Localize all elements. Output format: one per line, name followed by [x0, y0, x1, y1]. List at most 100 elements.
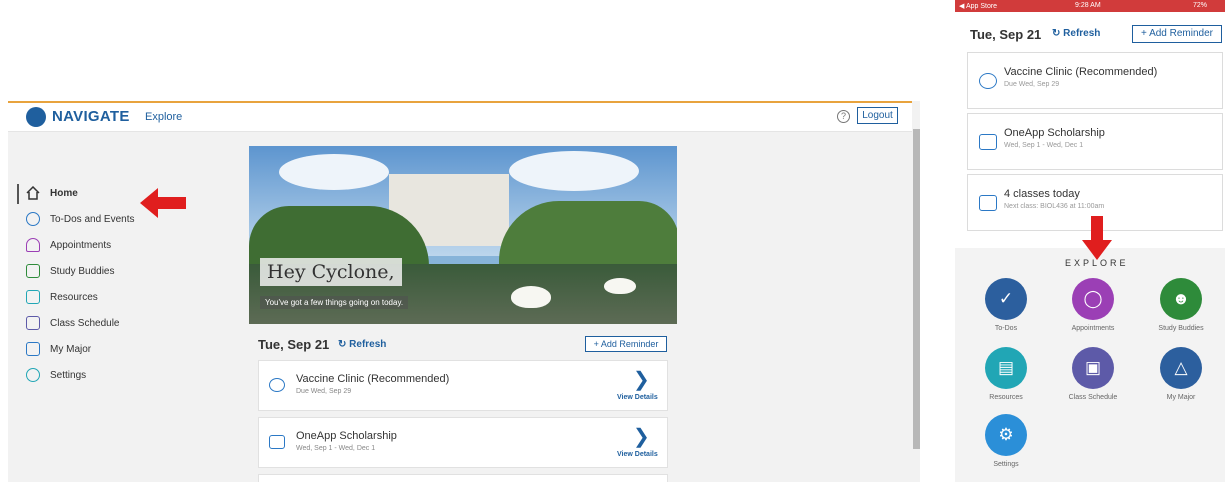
- study-buddies-icon[interactable]: ☻: [1160, 278, 1202, 320]
- hero-subtitle: You've got a few things going on today.: [260, 296, 409, 309]
- sidebar-item-class-schedule[interactable]: Class Schedule: [26, 313, 119, 333]
- add-reminder-button[interactable]: + Add Reminder: [585, 336, 667, 352]
- add-reminder-label: Add Reminder: [600, 339, 659, 349]
- calendar-icon: [979, 134, 997, 150]
- cloud: [279, 154, 389, 190]
- todo-apple-icon: [26, 212, 40, 226]
- book-icon: [26, 290, 40, 304]
- card-subtitle: Wed, Sep 1 - Wed, Dec 1: [296, 445, 376, 452]
- todos-icon[interactable]: ✓: [985, 278, 1027, 320]
- group-icon: [26, 264, 40, 278]
- help-icon[interactable]: ?: [837, 110, 850, 123]
- calendar-icon: [269, 435, 285, 449]
- explore-label-my-major: My Major: [1166, 394, 1196, 401]
- sidebar-item-study-buddies[interactable]: Study Buddies: [26, 261, 115, 281]
- explore-link[interactable]: Explore: [145, 111, 182, 123]
- phone-screen: ◀ App Store 9:28 AM 72% Tue, Sep 21 ↻ Re…: [955, 0, 1225, 482]
- chevron-right-icon[interactable]: ❯: [633, 367, 650, 392]
- resources-icon[interactable]: ▤: [985, 347, 1027, 389]
- logout-button[interactable]: Logout: [857, 107, 898, 124]
- class-schedule-icon[interactable]: ▣: [1072, 347, 1114, 389]
- refresh-icon: ↻: [338, 339, 350, 350]
- schedule-icon: [26, 316, 40, 330]
- sidebar-item-todos[interactable]: To-Dos and Events: [26, 209, 135, 229]
- sidebar-item-label: Class Schedule: [50, 317, 120, 329]
- todo-card[interactable]: Vaccine Clinic (Recommended) Due Wed, Se…: [258, 360, 668, 411]
- todo-card[interactable]: OneApp Scholarship Wed, Sep 1 - Wed, Dec…: [967, 113, 1223, 170]
- card-subtitle: Wed, Sep 1 - Wed, Dec 1: [1004, 142, 1084, 149]
- sidebar-item-resources[interactable]: Resources: [26, 287, 98, 307]
- explore-label-resources: Resources: [989, 394, 1023, 401]
- hero-title: Hey Cyclone,: [260, 258, 402, 286]
- refresh-link[interactable]: ↻ Refresh: [338, 339, 386, 350]
- refresh-link[interactable]: ↻ Refresh: [1052, 28, 1100, 39]
- refresh-icon: ↻: [1052, 28, 1064, 39]
- appointments-icon[interactable]: ◯: [1072, 278, 1114, 320]
- refresh-label: Refresh: [349, 339, 387, 350]
- card-title: Vaccine Clinic (Recommended): [296, 373, 450, 385]
- sidebar-item-label: Study Buddies: [50, 265, 115, 277]
- explore-label-study-buddies: Study Buddies: [1158, 325, 1204, 332]
- top-bar: NAVIGATE Explore ? Logout: [8, 101, 912, 132]
- sidebar-item-label: My Major: [50, 343, 92, 355]
- status-carrier[interactable]: ◀ App Store: [959, 2, 997, 10]
- red-arrow-down-icon: [1082, 216, 1112, 260]
- brand-title[interactable]: NAVIGATE: [52, 108, 130, 125]
- home-icon: [26, 186, 40, 200]
- view-details-link[interactable]: View Details: [617, 394, 658, 401]
- add-reminder-button[interactable]: + Add Reminder: [1132, 25, 1222, 43]
- view-details-link[interactable]: View Details: [617, 451, 658, 458]
- card-subtitle: Due Wed, Sep 29: [1004, 81, 1060, 88]
- card-title: OneApp Scholarship: [1004, 127, 1105, 139]
- add-reminder-label: Add Reminder: [1149, 28, 1213, 39]
- sidebar: Home To-Dos and Events Appointments Stud…: [8, 141, 208, 382]
- gear-icon[interactable]: ⚙: [985, 414, 1027, 456]
- sidebar-item-label: Appointments: [50, 239, 112, 251]
- scrollbar[interactable]: [913, 129, 920, 449]
- explore-label-settings: Settings: [993, 461, 1019, 468]
- graduation-cap-icon: [26, 342, 40, 356]
- apple-check-icon: [269, 378, 285, 392]
- gear-icon: [26, 368, 40, 382]
- date-heading: Tue, Sep 21: [970, 27, 1042, 42]
- plus-icon: +: [1141, 28, 1150, 39]
- card-title: OneApp Scholarship: [296, 430, 397, 442]
- todo-card[interactable]: [258, 474, 668, 482]
- class-schedule-icon: [979, 195, 997, 211]
- hero-banner: Hey Cyclone, You've got a few things goi…: [249, 146, 677, 324]
- todo-card[interactable]: OneApp Scholarship Wed, Sep 1 - Wed, Dec…: [258, 417, 668, 468]
- desktop-window: NAVIGATE Explore ? Logout Home To-Dos an…: [8, 101, 920, 482]
- sidebar-item-my-major[interactable]: My Major: [26, 339, 91, 359]
- plus-icon: +: [593, 339, 601, 349]
- status-time: 9:28 AM: [1075, 2, 1101, 9]
- person-icon: [26, 238, 40, 252]
- date-heading: Tue, Sep 21: [258, 337, 330, 352]
- apple-check-icon: [979, 73, 997, 89]
- cloud: [509, 151, 639, 191]
- card-subtitle: Due Wed, Sep 29: [296, 388, 352, 395]
- explore-label-class-schedule: Class Schedule: [1068, 394, 1118, 401]
- red-arrow-left-icon: [140, 188, 186, 218]
- card-title: 4 classes today: [1004, 188, 1080, 200]
- graduation-cap-icon[interactable]: △: [1160, 347, 1202, 389]
- swan: [604, 278, 636, 294]
- refresh-label: Refresh: [1063, 28, 1101, 39]
- sidebar-item-label: To-Dos and Events: [50, 213, 135, 225]
- explore-label-appointments: Appointments: [1071, 325, 1115, 332]
- todo-card[interactable]: Vaccine Clinic (Recommended) Due Wed, Se…: [967, 52, 1223, 109]
- sidebar-item-appointments[interactable]: Appointments: [26, 235, 111, 255]
- active-indicator: [17, 184, 19, 204]
- chevron-right-icon[interactable]: ❯: [633, 424, 650, 449]
- card-title: Vaccine Clinic (Recommended): [1004, 66, 1158, 78]
- sidebar-item-label: Settings: [50, 369, 87, 381]
- status-bar: ◀ App Store 9:28 AM 72%: [955, 0, 1225, 12]
- sidebar-item-label: Resources: [50, 291, 98, 303]
- sidebar-item-home[interactable]: Home: [26, 183, 78, 203]
- swan: [511, 286, 551, 308]
- sidebar-item-settings[interactable]: Settings: [26, 365, 86, 385]
- sidebar-item-label: Home: [50, 187, 78, 199]
- navigate-logo-icon: [26, 107, 46, 127]
- card-subtitle: Next class: BIOL436 at 11:00am: [1004, 203, 1105, 210]
- status-battery: 72%: [1193, 2, 1208, 9]
- explore-label-todos: To-Dos: [994, 325, 1018, 332]
